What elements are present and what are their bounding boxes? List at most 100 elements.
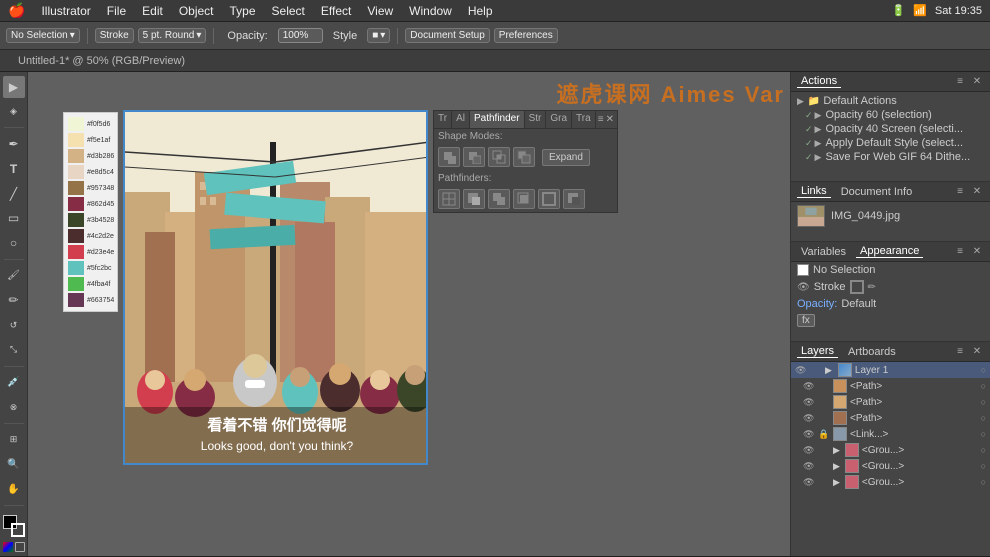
path-1-eye-icon[interactable]: 👁 <box>803 381 815 392</box>
appearance-tab[interactable]: Appearance <box>856 245 923 258</box>
pf-tab-pathfinder[interactable]: Pathfinder <box>470 111 525 128</box>
layer-link[interactable]: 👁 🔒 <Link...> ○ <box>799 426 990 442</box>
ellipse-tool[interactable]: ○ <box>3 232 25 254</box>
scale-tool[interactable]: ⤡ <box>3 339 25 361</box>
panel-close-icon[interactable]: ✕ <box>606 114 614 125</box>
layer-group-1[interactable]: 👁 ▶ <Grou...> ○ <box>799 442 990 458</box>
layer-path-2[interactable]: 👁 <Path> ○ <box>799 394 990 410</box>
path-3-target-icon[interactable]: ○ <box>981 413 986 423</box>
preferences-btn[interactable]: Preferences <box>494 28 558 43</box>
rotate-tool[interactable]: ↺ <box>3 314 25 336</box>
menu-select[interactable]: Select <box>272 4 305 18</box>
stroke-eye-icon[interactable]: 👁 <box>797 282 810 293</box>
line-tool[interactable]: ╱ <box>3 183 25 205</box>
stroke-weight-dropdown[interactable]: 5 pt. Round ▾ <box>138 28 207 43</box>
pen-tool[interactable]: ✒ <box>3 133 25 155</box>
layer-group-2[interactable]: 👁 ▶ <Grou...> ○ <box>799 458 990 474</box>
outline-btn[interactable] <box>538 189 560 209</box>
artboard-tool[interactable]: ⊞ <box>3 429 25 451</box>
stroke-color[interactable] <box>11 523 25 537</box>
group-1-target-icon[interactable]: ○ <box>981 445 986 455</box>
menu-help[interactable]: Help <box>468 4 493 18</box>
direct-select-tool[interactable]: ◈ <box>3 101 25 123</box>
intersect-btn[interactable] <box>488 147 510 167</box>
layer-path-3[interactable]: 👁 <Path> ○ <box>799 410 990 426</box>
fx-button[interactable]: fx <box>797 314 815 327</box>
zoom-tool[interactable]: 🔍 <box>3 454 25 476</box>
artboards-tab[interactable]: Artboards <box>844 346 900 358</box>
actions-tab[interactable]: Actions <box>797 75 841 88</box>
selection-dropdown[interactable]: No Selection ▾ <box>6 28 80 43</box>
none-icon[interactable] <box>15 542 25 552</box>
swatch-4[interactable]: #e8d5c4 <box>68 165 113 179</box>
link-lock-icon[interactable]: 🔒 <box>818 429 830 440</box>
doc-info-tab[interactable]: Document Info <box>837 186 917 198</box>
exclude-btn[interactable] <box>513 147 535 167</box>
document-tab[interactable]: Untitled-1* @ 50% (RGB/Preview) <box>8 53 195 69</box>
action-item-3[interactable]: ✓ ▶ Apply Default Style (select... <box>799 136 990 150</box>
rect-tool[interactable]: ▭ <box>3 208 25 230</box>
path-3-eye-icon[interactable]: 👁 <box>803 413 815 424</box>
swatch-3[interactable]: #d3b286 <box>68 149 113 163</box>
layer-1-target-icon[interactable]: ○ <box>981 365 986 375</box>
pf-tab-tra[interactable]: Tra <box>572 111 596 128</box>
appearance-menu-icon[interactable]: ≡ <box>953 245 967 259</box>
hand-tool[interactable]: ✋ <box>3 478 25 500</box>
actions-folder[interactable]: ▶ 📁 Default Actions <box>791 94 990 108</box>
blend-tool[interactable]: ⊗ <box>3 396 25 418</box>
swatch-11[interactable]: #4fba4f <box>68 277 113 291</box>
swatch-6[interactable]: #862d45 <box>68 197 113 211</box>
swatch-9[interactable]: #d23e4e <box>68 245 113 259</box>
stroke-row[interactable]: 👁 Stroke ✏ <box>791 278 990 296</box>
appearance-close-icon[interactable]: ✕ <box>970 245 984 259</box>
group-3-eye-icon[interactable]: 👁 <box>803 477 815 488</box>
layer-path-1[interactable]: 👁 <Path> ○ <box>799 378 990 394</box>
pf-tab-tr[interactable]: Tr <box>434 111 452 128</box>
merge-btn[interactable] <box>488 189 510 209</box>
unite-btn[interactable] <box>438 147 460 167</box>
pf-tab-gra[interactable]: Gra <box>546 111 572 128</box>
layer-group-3[interactable]: 👁 ▶ <Grou...> ○ <box>799 474 990 490</box>
layer-1-arrow-icon[interactable]: ▶ <box>825 365 832 376</box>
panel-menu-icon[interactable]: ≡ <box>598 114 604 125</box>
crop-btn[interactable] <box>513 189 535 209</box>
style-dropdown[interactable]: ■ ▾ <box>367 28 390 43</box>
link-target-icon[interactable]: ○ <box>981 429 986 439</box>
swatch-10[interactable]: #5fc2bc <box>68 261 113 275</box>
menu-effect[interactable]: Effect <box>321 4 351 18</box>
path-2-target-icon[interactable]: ○ <box>981 397 986 407</box>
layers-tab[interactable]: Layers <box>797 345 838 358</box>
swatch-7[interactable]: #3b4528 <box>68 213 113 227</box>
action-item-4[interactable]: ✓ ▶ Save For Web GIF 64 Dithe... <box>799 150 990 164</box>
paintbrush-tool[interactable]: 🖌 <box>3 265 25 287</box>
minus-front-btn[interactable] <box>463 147 485 167</box>
action-item-1[interactable]: ✓ ▶ Opacity 60 (selection) <box>799 108 990 122</box>
menu-window[interactable]: Window <box>409 4 452 18</box>
eyedropper-tool[interactable]: 💉 <box>3 372 25 394</box>
pf-tab-str[interactable]: Str <box>525 111 547 128</box>
opacity-input[interactable] <box>278 28 323 43</box>
pencil-tool[interactable]: ✏ <box>3 290 25 312</box>
menu-view[interactable]: View <box>367 4 393 18</box>
type-tool[interactable]: T <box>3 158 25 180</box>
menu-illustrator[interactable]: Illustrator <box>41 4 90 18</box>
stroke-mode-dropdown[interactable]: Stroke <box>95 28 134 43</box>
swatch-5[interactable]: #957348 <box>68 181 113 195</box>
fx-row[interactable]: fx <box>791 312 990 329</box>
divide-btn[interactable] <box>438 189 460 209</box>
menu-object[interactable]: Object <box>179 4 214 18</box>
layer-1-row[interactable]: 👁 ▶ Layer 1 ○ <box>791 362 990 378</box>
expand-btn[interactable]: Expand <box>542 149 590 166</box>
group-3-target-icon[interactable]: ○ <box>981 477 986 487</box>
minus-back-btn[interactable] <box>563 189 585 209</box>
layers-menu-icon[interactable]: ≡ <box>953 345 967 359</box>
actions-close-icon[interactable]: ✕ <box>970 75 984 89</box>
swatch-12[interactable]: #663754 <box>68 293 113 307</box>
pf-tab-al[interactable]: Al <box>452 111 470 128</box>
group-1-eye-icon[interactable]: 👁 <box>803 445 815 456</box>
fill-stroke-widget[interactable] <box>3 515 25 537</box>
stroke-edit-icon[interactable]: ✏ <box>868 282 876 293</box>
path-2-eye-icon[interactable]: 👁 <box>803 397 815 408</box>
link-item-1[interactable]: IMG_0449.jpg <box>791 202 990 230</box>
select-tool[interactable]: ▶ <box>3 76 25 98</box>
